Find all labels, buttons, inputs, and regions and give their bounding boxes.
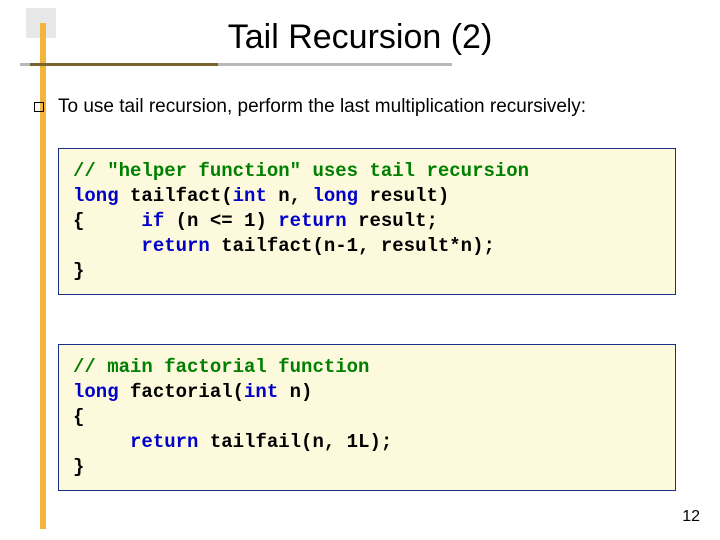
code-keyword: long: [312, 185, 358, 207]
code-span: [73, 235, 141, 257]
code-keyword: return: [130, 431, 198, 453]
code-keyword: int: [244, 381, 278, 403]
code-span: {: [73, 406, 84, 428]
slide-title: Tail Recursion (2): [0, 18, 720, 57]
code-block-main: // main factorial function long factoria…: [58, 344, 676, 491]
code-keyword: long: [73, 185, 119, 207]
code-span: (n <= 1): [164, 210, 278, 232]
code-keyword: return: [278, 210, 346, 232]
code-comment: // main factorial function: [73, 356, 369, 378]
code-comment: // "helper function" uses tail recursion: [73, 160, 529, 182]
code-keyword: return: [141, 235, 209, 257]
code-span: n,: [267, 185, 313, 207]
code-span: result;: [347, 210, 438, 232]
code-span: n): [278, 381, 312, 403]
code-keyword: if: [141, 210, 164, 232]
bullet-item: To use tail recursion, perform the last …: [34, 96, 586, 118]
code-keyword: long: [73, 381, 119, 403]
decoration-horizontal-brown: [30, 63, 218, 66]
code-text: // "helper function" uses tail recursion…: [73, 159, 661, 284]
code-span: tailfail(n, 1L);: [198, 431, 392, 453]
slide: Tail Recursion (2) To use tail recursion…: [0, 0, 720, 540]
code-span: tailfact(n-1, result*n);: [210, 235, 495, 257]
bullet-box-icon: [34, 102, 44, 112]
code-block-helper: // "helper function" uses tail recursion…: [58, 148, 676, 295]
code-keyword: int: [233, 185, 267, 207]
code-span: result): [358, 185, 449, 207]
code-span: }: [73, 260, 84, 282]
page-number: 12: [682, 508, 700, 526]
code-text: // main factorial function long factoria…: [73, 355, 661, 480]
bullet-text: To use tail recursion, perform the last …: [58, 96, 586, 118]
code-span: }: [73, 456, 84, 478]
code-span: factorial(: [119, 381, 244, 403]
code-span: [73, 431, 130, 453]
code-span: tailfact(: [119, 185, 233, 207]
code-span: {: [73, 210, 141, 232]
